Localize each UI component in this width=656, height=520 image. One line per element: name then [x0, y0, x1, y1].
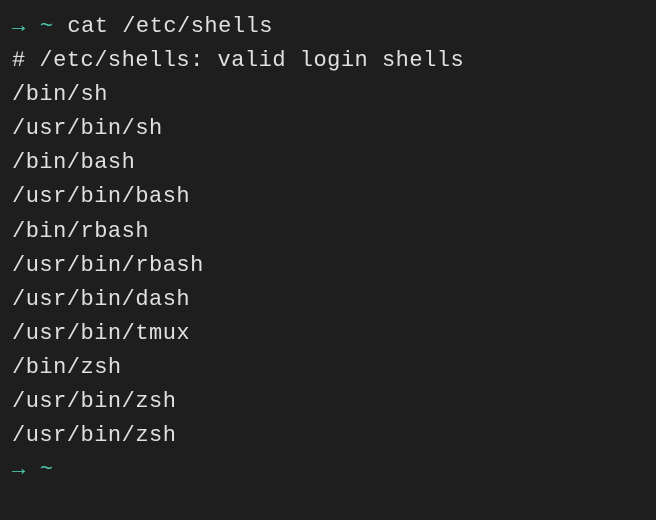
prompt-cwd: ~	[40, 453, 54, 487]
prompt-cwd: ~	[40, 10, 54, 44]
prompt-arrow-icon: →	[12, 453, 26, 487]
output-line: /bin/rbash	[12, 215, 644, 249]
output-line: /usr/bin/tmux	[12, 317, 644, 351]
prompt-line-1[interactable]: → ~ cat /etc/shells	[12, 10, 644, 44]
command-text: cat /etc/shells	[67, 10, 273, 44]
prompt-arrow-icon: →	[12, 10, 26, 44]
output-line: /usr/bin/zsh	[12, 385, 644, 419]
prompt-line-2[interactable]: → ~	[12, 453, 644, 487]
output-line: /bin/zsh	[12, 351, 644, 385]
output-comment: # /etc/shells: valid login shells	[12, 44, 644, 78]
output-line: /usr/bin/rbash	[12, 249, 644, 283]
output-line: /bin/bash	[12, 146, 644, 180]
output-line: /usr/bin/dash	[12, 283, 644, 317]
output-line: /usr/bin/sh	[12, 112, 644, 146]
output-line: /bin/sh	[12, 78, 644, 112]
output-line: /usr/bin/bash	[12, 180, 644, 214]
output-line: /usr/bin/zsh	[12, 419, 644, 453]
